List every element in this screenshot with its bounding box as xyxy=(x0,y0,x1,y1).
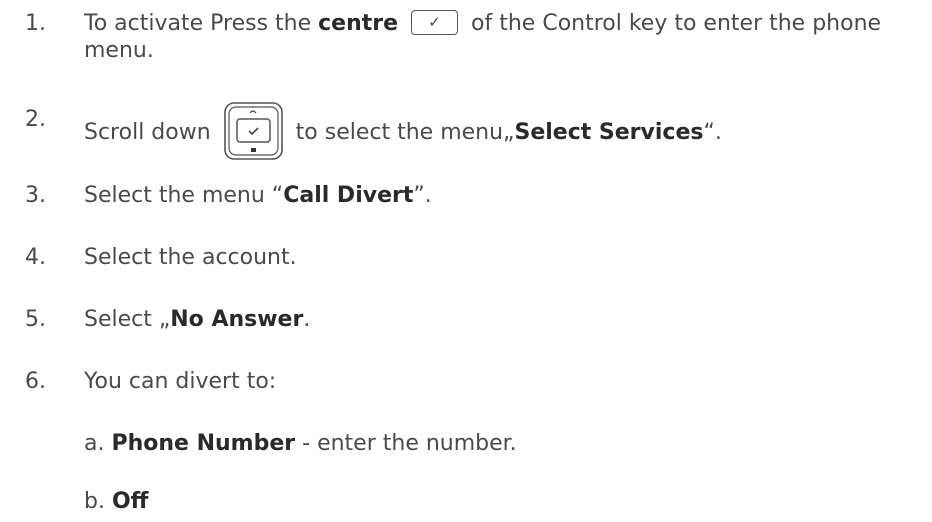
navigation-key-icon xyxy=(223,102,283,160)
step-text: Select „No Answer. xyxy=(84,306,922,333)
step-text: To activate Press the centre ✓ of the Co… xyxy=(84,9,922,64)
step-text-segment: ”. xyxy=(413,183,432,208)
check-icon: ✓ xyxy=(428,12,441,31)
step-number: 6. xyxy=(25,369,46,394)
step-bold-term: Call Divert xyxy=(283,183,414,208)
step-text-segment: menu. xyxy=(84,38,154,63)
step-bold-term: centre xyxy=(318,11,399,36)
subitem-bold-term: Phone Number xyxy=(111,431,296,456)
step-text: You can divert to: xyxy=(84,368,922,395)
step-text-segment: . xyxy=(303,307,311,332)
step-text-segment: Select the menu “ xyxy=(84,183,284,208)
subitem-prefix: b. xyxy=(84,489,112,514)
step-text: Select the account. xyxy=(84,244,922,271)
subitem-text: a. Phone Number - enter the number. xyxy=(84,430,922,457)
subitem-bold-term: Off xyxy=(111,489,149,514)
step-text: Select the menu “Call Divert”. xyxy=(84,182,922,209)
subitem-rest: - enter the number. xyxy=(295,431,517,456)
subitem-text: b. Off xyxy=(84,488,922,515)
step-bold-term: No Answer xyxy=(170,307,304,332)
step-text-segment: To activate Press the xyxy=(84,11,319,36)
step-text: Scroll down to select the menu„Select Se… xyxy=(84,102,922,162)
step-number: 1. xyxy=(25,11,46,36)
step-bold-term: Select Services xyxy=(514,120,704,145)
step-text-segment: You can divert to: xyxy=(84,369,277,394)
step-text-segment: “. xyxy=(703,120,722,145)
step-text-segment: Select the account. xyxy=(84,245,297,270)
step-text-segment: Select „ xyxy=(84,307,171,332)
subitem-prefix: a. xyxy=(84,431,112,456)
step-number: 3. xyxy=(25,183,46,208)
step-number: 2. xyxy=(25,107,46,132)
centre-key-icon: ✓ xyxy=(411,9,459,35)
step-text-segment: of the Control key to enter the phone xyxy=(464,11,882,36)
step-text-segment: Scroll down xyxy=(84,120,211,145)
step-text-segment: to select the menu„ xyxy=(295,120,515,145)
step-number: 4. xyxy=(25,245,46,270)
step-number: 5. xyxy=(25,307,46,332)
